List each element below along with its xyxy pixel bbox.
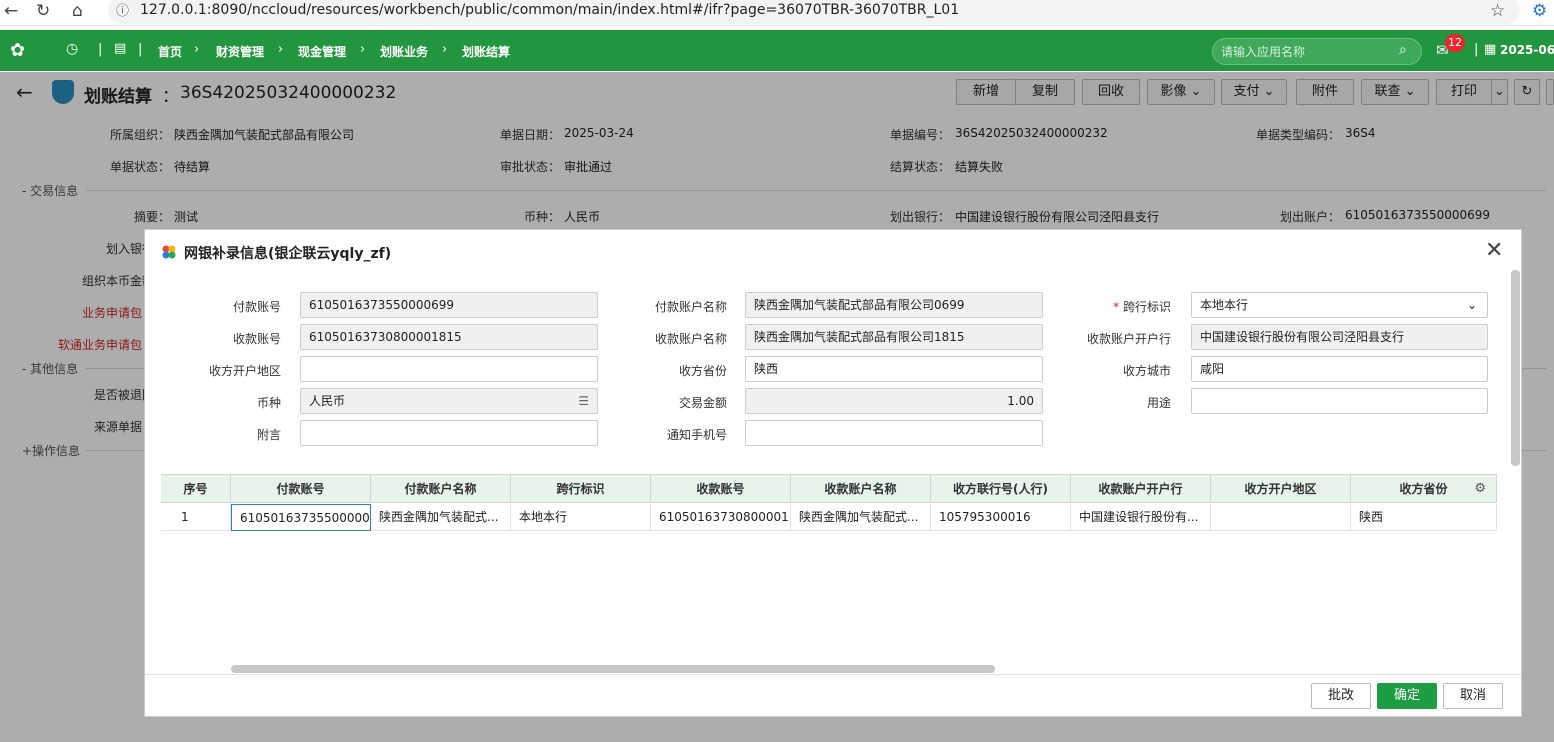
postscript-field[interactable] bbox=[300, 420, 598, 446]
recv-province-label: 收方省份 bbox=[678, 364, 727, 378]
current-date: 2025-06-1 bbox=[1500, 43, 1554, 57]
recv-account-name-field[interactable]: 陕西金隅加气装配式部品有限公司1815 bbox=[745, 324, 1043, 350]
nav-divider: | bbox=[98, 42, 103, 57]
currency-field[interactable]: 人民币 ☰ bbox=[300, 388, 598, 414]
recv-province-field[interactable]: 陕西 bbox=[745, 356, 1043, 382]
recv-bank-label: 收款账户开户行 bbox=[1086, 332, 1171, 346]
recv-account-label: 收款账号 bbox=[232, 332, 281, 346]
back-arrow-icon[interactable]: ← bbox=[4, 1, 18, 21]
currency-label: 币种 bbox=[256, 396, 281, 410]
chevron-down-icon: ⌄ bbox=[1466, 298, 1477, 312]
table-cell[interactable]: 105795300016 bbox=[931, 504, 1071, 531]
recv-region-field[interactable] bbox=[300, 356, 598, 382]
confirm-button[interactable]: 确定 bbox=[1377, 683, 1437, 709]
chevron-right-icon: › bbox=[278, 42, 284, 57]
recv-city-label: 收方城市 bbox=[1122, 364, 1171, 378]
modal-backdrop-header bbox=[0, 72, 1554, 114]
notification-badge: 12 bbox=[1445, 34, 1465, 52]
pay-account-label: 付款账号 bbox=[232, 300, 281, 314]
url-text: 127.0.0.1:8090/nccloud/resources/workben… bbox=[140, 2, 960, 18]
breadcrumb-home[interactable]: 首页 bbox=[158, 43, 182, 60]
search-icon[interactable]: ⌕ bbox=[1399, 42, 1407, 58]
pay-account-field[interactable]: 6105016373550000699 bbox=[300, 292, 598, 318]
table-cell[interactable]: 61050163730800001... bbox=[651, 504, 791, 531]
cancel-button[interactable]: 取消 bbox=[1443, 683, 1503, 709]
column-header[interactable]: 序号 bbox=[161, 475, 231, 503]
table-cell[interactable]: 陕西金隅加气装配式... bbox=[791, 504, 931, 531]
table-cell-selected[interactable]: 61050163735500000... bbox=[231, 504, 371, 531]
app-search-input[interactable] bbox=[1221, 43, 1391, 61]
phone-label: 通知手机号 bbox=[666, 428, 727, 442]
batch-edit-button[interactable]: 批改 bbox=[1311, 683, 1371, 709]
dialog-title: 网银补录信息(银企联云yqly_zf) bbox=[184, 246, 392, 262]
browser-toolbar: ← ↻ ⌂ ⓘ 127.0.0.1:8090/nccloud/resources… bbox=[0, 0, 1554, 26]
column-header-label: 收方省份 bbox=[1399, 482, 1448, 496]
pay-account-name-label: 付款账户名称 bbox=[654, 300, 727, 314]
cross-bank-label: * 跨行标识 bbox=[1075, 298, 1171, 315]
pay-account-name-field[interactable]: 陕西金隅加气装配式部品有限公司0699 bbox=[745, 292, 1043, 318]
table-cell[interactable]: 陕西 bbox=[1351, 504, 1497, 531]
nav-divider: | bbox=[1474, 42, 1479, 57]
calendar-icon[interactable]: ▦ bbox=[1484, 42, 1496, 57]
amount-field[interactable]: 1.00 bbox=[745, 388, 1043, 414]
breadcrumb-transfer[interactable]: 划账业务 bbox=[380, 43, 428, 60]
phone-field[interactable] bbox=[745, 420, 1043, 446]
horizontal-scrollbar[interactable] bbox=[231, 665, 995, 673]
close-icon[interactable]: ✕ bbox=[1485, 238, 1503, 263]
extension-icon[interactable]: ⚙ bbox=[1532, 1, 1547, 21]
app-search-box[interactable]: ⌕ bbox=[1212, 38, 1422, 65]
column-header[interactable]: 收款账号 bbox=[651, 475, 791, 503]
breadcrumb-finance[interactable]: 财资管理 bbox=[216, 43, 264, 60]
ebank-info-dialog: 网银补录信息(银企联云yqly_zf) ✕ 付款账号 6105016373550… bbox=[144, 229, 1522, 717]
recv-bank-field[interactable]: 中国建设银行股份有限公司泾阳县支行 bbox=[1191, 324, 1488, 350]
chevron-right-icon: › bbox=[442, 42, 448, 57]
ebank-info-table: 序号 付款账号 付款账户名称 跨行标识 收款账号 收款账户名称 收方联行号(人行… bbox=[161, 474, 1497, 531]
nav-divider: | bbox=[138, 42, 143, 57]
column-header[interactable]: 付款账户名称 bbox=[371, 475, 511, 503]
vertical-scrollbar[interactable] bbox=[1511, 270, 1520, 466]
column-header[interactable]: 跨行标识 bbox=[511, 475, 651, 503]
recv-city-field[interactable]: 咸阳 bbox=[1191, 356, 1488, 382]
purpose-label: 用途 bbox=[1146, 396, 1171, 410]
table-cell[interactable] bbox=[1211, 504, 1351, 531]
table-cell[interactable]: 中国建设银行股份有... bbox=[1071, 504, 1211, 531]
chevron-right-icon: › bbox=[360, 42, 366, 57]
top-nav-bar: ✿ ◷ | ▤ | 首页 › 财资管理 › 现金管理 › 划账业务 › 划账结算… bbox=[0, 30, 1554, 71]
home-icon[interactable]: ⌂ bbox=[72, 1, 83, 21]
table-cell[interactable]: 本地本行 bbox=[511, 504, 651, 531]
app-menu-icon[interactable]: ✿ bbox=[10, 40, 25, 61]
table-cell: 1 bbox=[161, 504, 231, 531]
bookmark-star-icon[interactable]: ☆ bbox=[1490, 1, 1505, 21]
dialog-footer: 批改 确定 取消 bbox=[145, 674, 1521, 716]
column-header[interactable]: 收款账户开户行 bbox=[1071, 475, 1211, 503]
column-header[interactable]: 收方开户地区 bbox=[1211, 475, 1351, 503]
column-header[interactable]: 收方联行号(人行) bbox=[931, 475, 1071, 503]
history-clock-icon[interactable]: ◷ bbox=[66, 41, 78, 57]
document-icon[interactable]: ▤ bbox=[114, 41, 126, 56]
recv-account-field[interactable]: 61050163730800001815 bbox=[300, 324, 598, 350]
column-header[interactable]: 收方省份 ⚙ bbox=[1351, 475, 1497, 503]
cross-bank-label-text: 跨行标识 bbox=[1122, 300, 1171, 314]
recv-account-name-label: 收款账户名称 bbox=[654, 332, 727, 346]
cross-bank-value: 本地本行 bbox=[1200, 298, 1249, 312]
site-info-icon[interactable]: ⓘ bbox=[116, 0, 129, 19]
column-header[interactable]: 收款账户名称 bbox=[791, 475, 931, 503]
purpose-field[interactable] bbox=[1191, 388, 1488, 414]
reload-icon[interactable]: ↻ bbox=[36, 1, 50, 21]
amount-label: 交易金额 bbox=[678, 396, 727, 410]
breadcrumb-settlement[interactable]: 划账结算 bbox=[462, 43, 510, 60]
cross-bank-select[interactable]: 本地本行 ⌄ bbox=[1191, 292, 1488, 318]
chevron-right-icon: › bbox=[194, 42, 200, 57]
column-settings-icon[interactable]: ⚙ bbox=[1474, 475, 1486, 502]
column-header[interactable]: 付款账号 bbox=[231, 475, 371, 503]
breadcrumb-cash[interactable]: 现金管理 bbox=[298, 43, 346, 60]
recv-region-label: 收方开户地区 bbox=[208, 364, 281, 378]
app-logo-icon bbox=[161, 244, 177, 260]
currency-value: 人民币 bbox=[309, 394, 346, 408]
list-icon[interactable]: ☰ bbox=[578, 389, 589, 413]
required-mark: * bbox=[1113, 300, 1120, 314]
table-cell[interactable]: 陕西金隅加气装配式... bbox=[371, 504, 511, 531]
postscript-label: 附言 bbox=[256, 428, 281, 442]
